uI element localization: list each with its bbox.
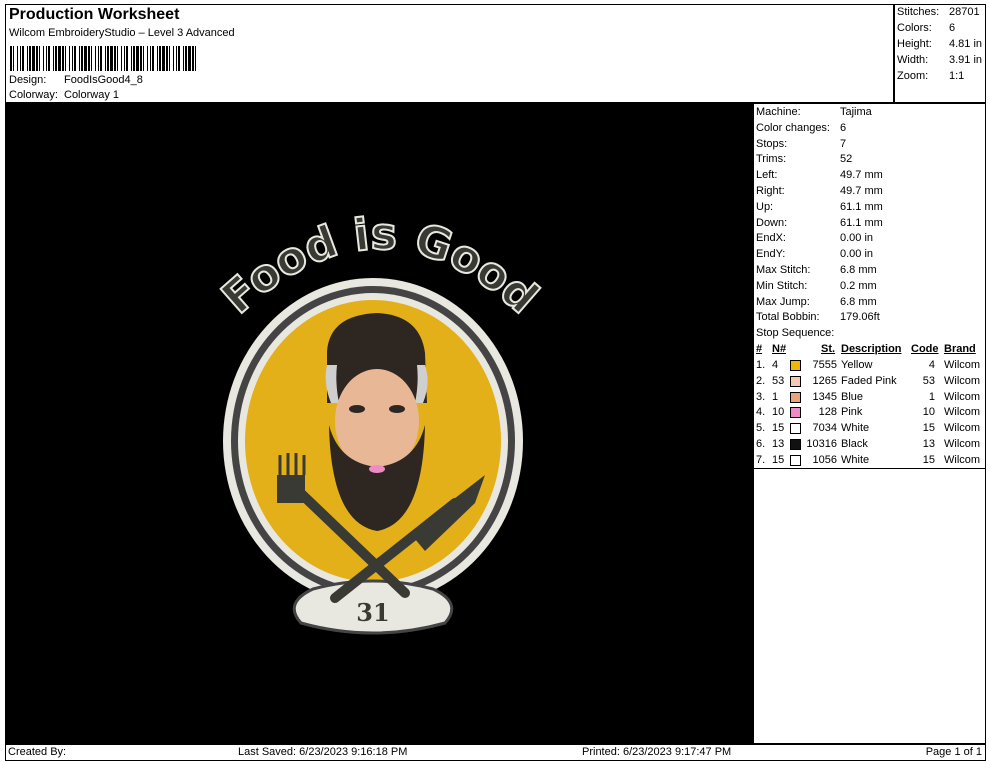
info-row: Right: 49.7 mm (756, 185, 883, 197)
stat-colors: Colors: 6 (897, 22, 956, 34)
stop-sequence-row: 2. 53 1265 Faded Pink 53 Wilcom (756, 374, 981, 387)
stop-sequence-header: # N# St. Description Code Brand (756, 343, 976, 355)
worksheet-header: Production Worksheet Wilcom EmbroiderySt… (5, 4, 894, 103)
color-swatch (790, 360, 801, 371)
stop-sequence-row: 5. 15 7034 White 15 Wilcom (756, 422, 981, 435)
stop-sequence-row: 3. 1 1345 Blue 1 Wilcom (756, 390, 981, 403)
design-number-text: 31 (356, 598, 389, 627)
info-row: Left: 49.7 mm (756, 169, 883, 182)
color-swatch (790, 407, 801, 419)
stat-height: Height: 4.81 in (897, 38, 983, 50)
barcode (10, 46, 196, 71)
printed-date: Printed: 6/23/2023 9:17:47 PM (582, 746, 732, 758)
info-row: Max Jump: 6.8 mm (756, 295, 877, 308)
stat-stitches: Stitches: 28701 (897, 6, 980, 18)
info-row: Trims: 52 (756, 153, 853, 166)
info-row: Color changes: 6 (756, 121, 847, 134)
design-label: Design: (9, 74, 47, 86)
color-swatch (790, 454, 801, 466)
stop-sequence-row: 1. 4 7555 Yellow 4 Wilcom (756, 359, 981, 371)
worksheet-footer: Created By: Last Saved: 6/23/2023 9:16:1… (5, 744, 986, 761)
embroidery-design: Food is Good 31 (211, 208, 549, 635)
color-swatch (790, 439, 801, 450)
stop-sequence-row: 6. 13 10316 Black 13 Wilcom (756, 438, 981, 450)
design-stats: Stitches: 28701 Colors: 6 Height: 4.81 in W… (894, 4, 986, 103)
last-saved: Last Saved: 6/23/2023 9:16:18 PM (238, 746, 408, 758)
info-row: Down: 61.1 mm (756, 216, 883, 229)
machine-info-panel: Machine: Tajima Color changes: 6 Stops: 7 Trim… (753, 103, 986, 744)
page-title: Production Worksheet (9, 6, 180, 23)
stat-zoom: Zoom: 1:1 (897, 70, 965, 82)
page-number: Page 1 of 1 (925, 746, 982, 758)
stop-sequence-title: Stop Sequence: (756, 327, 835, 339)
color-swatch (790, 375, 801, 387)
info-row: Machine: Tajima (756, 106, 872, 118)
color-swatch (790, 391, 801, 403)
info-row: EndY: 0.00 in (756, 248, 874, 261)
stat-width: Width: 3.91 in (897, 54, 983, 66)
info-row: EndX: 0.00 in (756, 232, 874, 245)
software-name: Wilcom EmbroideryStudio – Level 3 Advanc… (9, 27, 235, 39)
info-row: Total Bobbin: 179.06ft (756, 311, 880, 324)
stop-sequence-row: 4. 10 128 Pink 10 Wilcom (756, 406, 981, 419)
design-value: FoodIsGood4_8 (64, 74, 143, 86)
colorway-label: Colorway: (9, 89, 58, 101)
info-row: Stops: 7 (756, 137, 847, 150)
colorway-value: Colorway 1 (64, 89, 120, 101)
info-row: Max Stitch: 6.8 mm (756, 264, 877, 276)
created-by: Created By: (8, 746, 67, 758)
divider (754, 468, 985, 469)
color-swatch (790, 423, 801, 435)
stop-sequence-row: 7. 15 1056 White 15 Wilcom (756, 453, 981, 466)
info-row: Up: 61.1 mm (756, 200, 883, 213)
design-preview: Food is Good 31 (5, 103, 753, 744)
info-row: Min Stitch: 0.2 mm (756, 279, 877, 292)
